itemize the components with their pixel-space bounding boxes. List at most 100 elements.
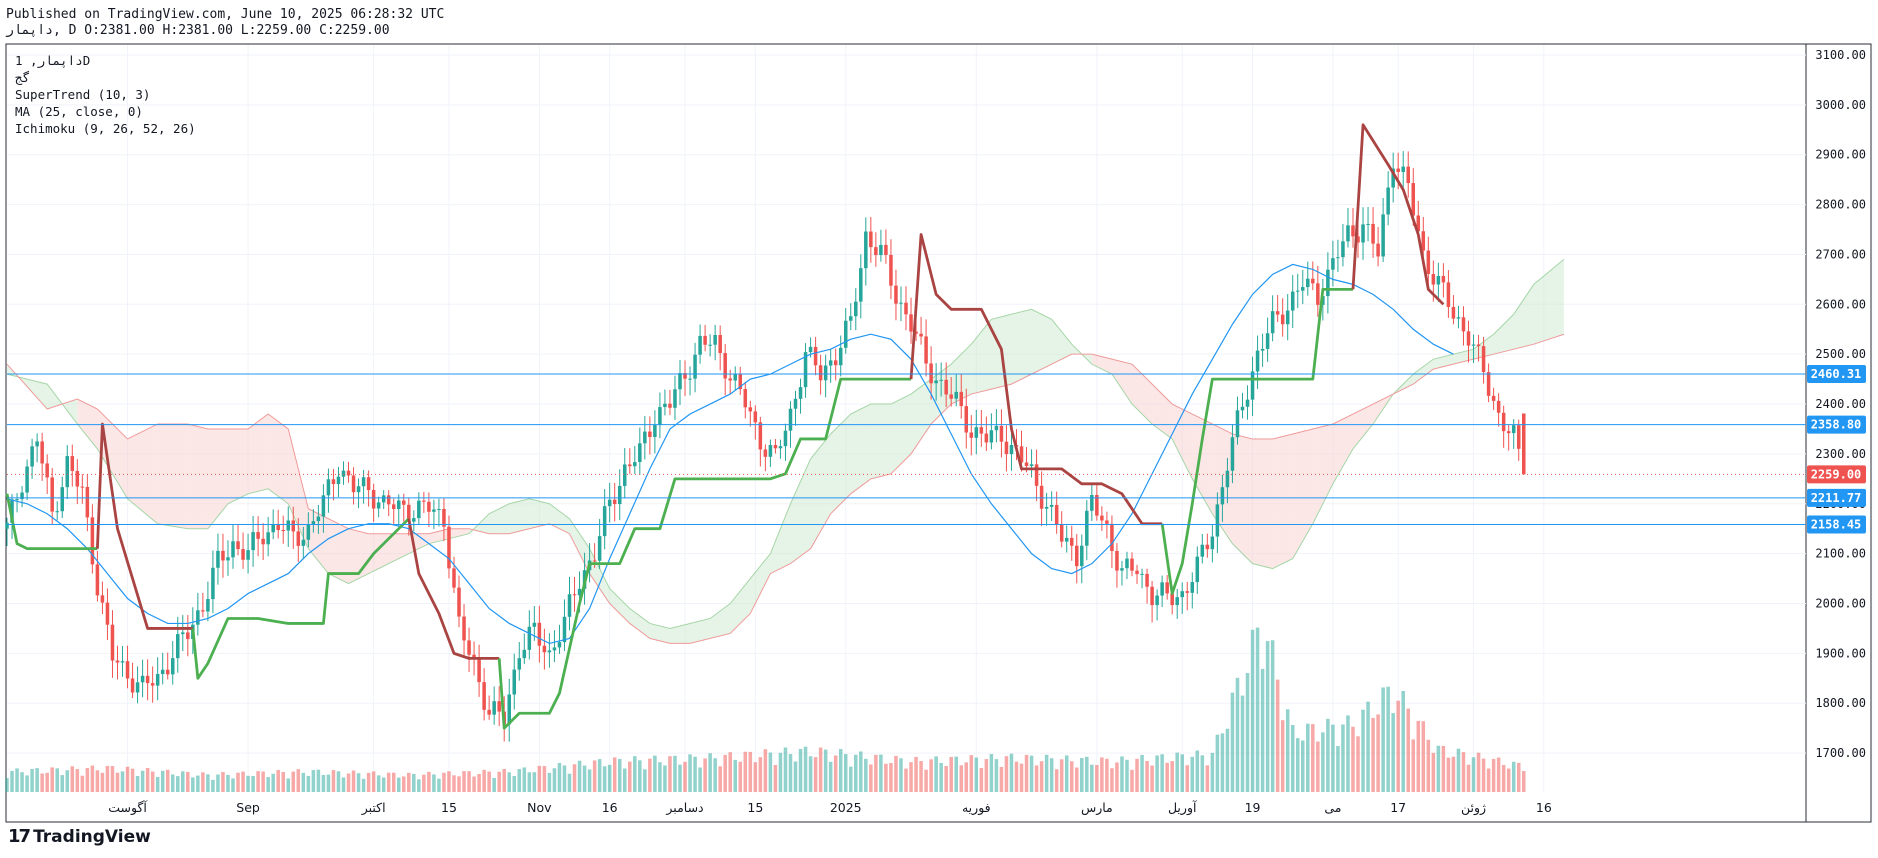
volume-bar [1145, 761, 1149, 792]
candle [236, 524, 240, 556]
candle-body [612, 499, 617, 505]
candle [974, 409, 979, 455]
candle [467, 627, 471, 672]
candle [1265, 317, 1270, 362]
volume-bar [1190, 756, 1195, 792]
candle-body [597, 536, 602, 561]
tradingview-logo[interactable]: 17 TradingView [8, 826, 151, 847]
candle [874, 232, 878, 267]
candle-body [658, 407, 662, 426]
candle-body [211, 567, 215, 600]
candle [703, 324, 707, 352]
ichimoku-cloud-segment [187, 423, 208, 529]
candle-body [5, 522, 9, 529]
candle [708, 334, 712, 357]
volume-bar [718, 766, 722, 792]
candle-body [889, 254, 893, 286]
candle-body [1165, 582, 1169, 594]
candle-body [427, 501, 431, 512]
candle-body [1160, 582, 1164, 596]
candle-body [452, 568, 456, 588]
candle [120, 645, 125, 677]
candle [221, 533, 225, 578]
candle [607, 482, 612, 523]
candle-body [904, 302, 908, 315]
candle-body [808, 346, 813, 353]
volume-bar [1270, 640, 1275, 792]
volume-bar [1521, 771, 1526, 792]
volume-bar [944, 766, 948, 792]
volume-bar [412, 773, 416, 792]
candle-body [1064, 537, 1069, 542]
volume-bar [1009, 753, 1014, 792]
candle-body [70, 456, 75, 471]
candle [1401, 151, 1405, 190]
volume-bar [261, 771, 265, 792]
candle-body [693, 354, 697, 379]
candle [899, 286, 903, 322]
candle-body [1235, 410, 1240, 438]
candle-body [1210, 536, 1215, 550]
candle [1346, 207, 1350, 248]
candle-body [1381, 214, 1385, 257]
candle [748, 400, 753, 427]
candle-body [1386, 187, 1390, 215]
ichimoku-cloud-segment [227, 428, 249, 504]
volume-bar [758, 757, 763, 792]
volume-bar [447, 771, 451, 792]
candle-body [532, 622, 537, 627]
candle [864, 217, 868, 286]
volume-bar [1481, 758, 1486, 792]
volume-bar [15, 768, 19, 792]
ichimoku-cloud-segment [1232, 433, 1253, 564]
price-chart[interactable]: 3100.00 3000.00 2900.00 2800.00 2700.00 2600.… [0, 0, 1878, 858]
volume-bar [723, 754, 727, 792]
candle-body [678, 373, 682, 390]
volume-bar [1120, 756, 1124, 792]
candle-body [1059, 524, 1064, 542]
candle-body [356, 486, 361, 493]
volume-bar [216, 774, 220, 792]
candle-body [1396, 168, 1400, 172]
candle-body [818, 365, 823, 381]
candle [1165, 575, 1169, 600]
candle-body [964, 406, 969, 433]
candle [984, 416, 989, 451]
candle [1255, 335, 1260, 389]
volume-bar [1235, 677, 1240, 792]
volume-bar [854, 754, 858, 792]
volume-bar [1336, 746, 1340, 792]
ichimoku-cloud-segment [1132, 364, 1153, 424]
candle [1361, 207, 1365, 260]
volume-bar [276, 769, 280, 792]
candle-body [798, 387, 803, 399]
candle-body [823, 365, 828, 381]
volume-bar [492, 777, 496, 792]
candle-body [648, 431, 652, 437]
candle [778, 439, 783, 459]
candle-body [271, 524, 275, 533]
volume-bar [286, 778, 291, 792]
candle [638, 427, 642, 475]
candle-body [1170, 593, 1174, 606]
ichimoku-cloud-segment [830, 414, 851, 514]
candle-body [1351, 225, 1355, 237]
legend-supertrend[interactable]: SuperTrend (10, 3) [15, 86, 196, 103]
candle [783, 423, 788, 461]
legend-ma[interactable]: MA (25, close, 0) [15, 103, 196, 120]
volume-bar [1080, 758, 1084, 792]
candle-body [1486, 372, 1491, 396]
candle-body [246, 550, 250, 560]
volume-bar [427, 771, 431, 792]
ichimoku-cloud-segment [710, 603, 731, 639]
candle-body [1240, 406, 1245, 411]
volume-bar [1366, 701, 1370, 792]
candle-body [773, 445, 778, 449]
candle [894, 269, 898, 321]
candle-body [396, 500, 401, 509]
candle-body [331, 479, 336, 485]
volume-bar [1125, 759, 1129, 792]
legend-ichimoku[interactable]: Ichimoku (9, 26, 52, 26) [15, 120, 196, 137]
candle [1270, 295, 1275, 342]
volume-bar [75, 769, 80, 792]
